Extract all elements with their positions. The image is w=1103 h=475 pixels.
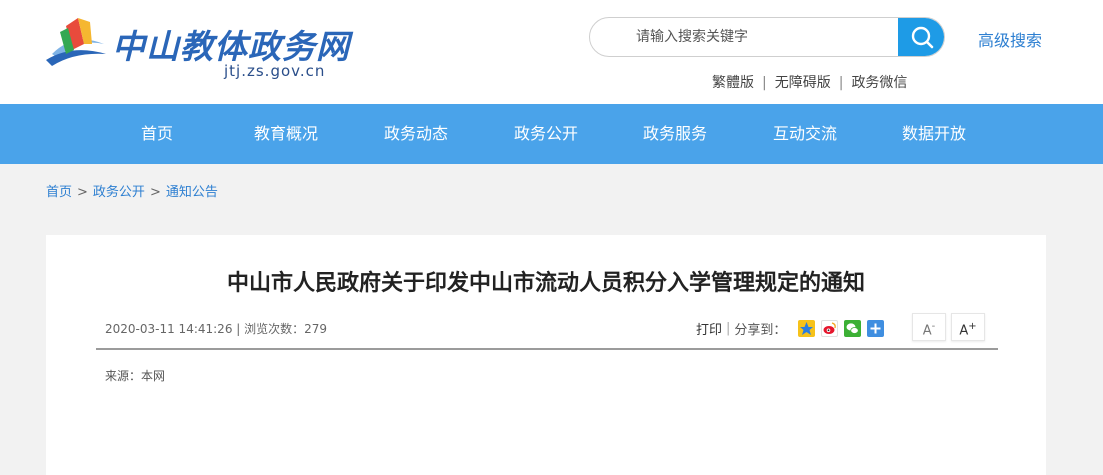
nav-item-gov-news[interactable]: 政务动态: [384, 104, 448, 164]
nav-item-gov-disclosure[interactable]: 政务公开: [514, 104, 578, 164]
search-input[interactable]: [590, 18, 900, 56]
breadcrumb-separator: >: [149, 185, 161, 200]
search-icon: [911, 26, 933, 49]
wechat-link[interactable]: 政务微信: [851, 75, 907, 91]
article-meta: 2020-03-11 14:41:26 | 浏览次数：279: [105, 322, 328, 336]
link-separator: |: [838, 75, 844, 91]
breadcrumb: 首页 > 政务公开 > 通知公告: [46, 181, 218, 200]
font-decrease-label: A: [922, 323, 932, 339]
font-increase-button[interactable]: A+: [951, 313, 985, 341]
nav-item-home[interactable]: 首页: [141, 104, 173, 164]
font-decrease-button[interactable]: A-: [912, 313, 946, 341]
site-header: 中山教体政务网 jtj.zs.gov.cn 高级搜索 繁體版 | 无障碍版 | 政务微信: [0, 0, 1103, 104]
traditional-chinese-link[interactable]: 繁體版: [712, 75, 754, 91]
top-links: 繁體版 | 无障碍版 | 政务微信: [712, 72, 907, 92]
qzone-icon[interactable]: [798, 320, 816, 337]
breadcrumb-home[interactable]: 首页: [46, 185, 72, 200]
breadcrumb-notices[interactable]: 通知公告: [166, 185, 218, 200]
weibo-icon[interactable]: [821, 320, 839, 337]
nav-item-gov-services[interactable]: 政务服务: [643, 104, 707, 164]
nav-item-open-data[interactable]: 数据开放: [902, 104, 966, 164]
accessibility-link[interactable]: 无障碍版: [775, 75, 831, 91]
share-bar: 打印 | 分享到：: [696, 319, 890, 338]
site-domain: jtj.zs.gov.cn: [224, 62, 326, 80]
share-label: 分享到：: [734, 323, 787, 338]
site-title: 中山教体政务网: [112, 27, 350, 66]
breadcrumb-separator: >: [77, 185, 88, 200]
site-logo[interactable]: 中山教体政务网 jtj.zs.gov.cn: [44, 14, 349, 84]
print-button[interactable]: 打印: [696, 319, 722, 338]
article-title: 中山市人民政府关于印发中山市流动人员积分入学管理规定的通知: [226, 271, 865, 296]
plus-icon: +: [968, 321, 977, 332]
link-separator: |: [762, 75, 767, 91]
logo-book-icon: [46, 18, 106, 66]
wechat-icon[interactable]: [844, 320, 862, 337]
article-card: 中山市人民政府关于印发中山市流动人员积分入学管理规定的通知 2020-03-11…: [46, 235, 1046, 475]
nav-item-interaction[interactable]: 互动交流: [773, 104, 837, 164]
search-box: [589, 17, 945, 57]
share-separator: |: [726, 321, 731, 336]
font-increase-label: A: [959, 323, 969, 339]
article-source: 来源：本网: [105, 369, 166, 383]
main-nav: 首页 教育概况 政务动态 政务公开 政务服务 互动交流 数据开放: [0, 104, 1103, 164]
minus-icon: -: [931, 321, 936, 332]
title-divider: [96, 348, 998, 350]
nav-item-education-overview[interactable]: 教育概况: [254, 104, 318, 164]
breadcrumb-gov-disclosure[interactable]: 政务公开: [93, 185, 145, 200]
advanced-search-link[interactable]: 高级搜索: [978, 27, 1042, 51]
more-share-icon[interactable]: [867, 320, 885, 337]
search-button[interactable]: [898, 18, 944, 56]
